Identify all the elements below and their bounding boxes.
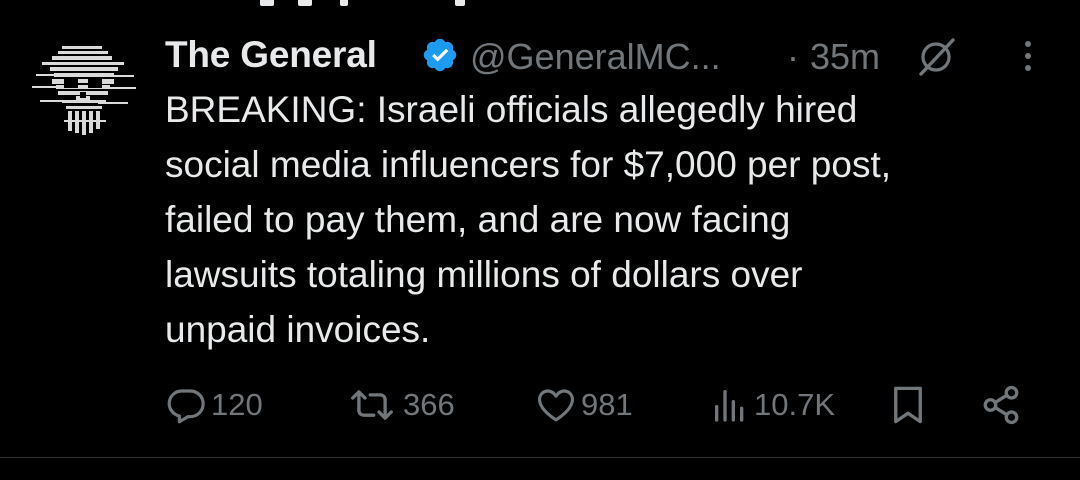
reply-button[interactable]: 120 xyxy=(165,380,263,430)
like-count: 981 xyxy=(581,387,633,422)
reply-count: 120 xyxy=(211,387,263,422)
more-options-icon[interactable] xyxy=(1010,38,1046,74)
repost-count: 366 xyxy=(403,387,455,422)
tweet-text-line: lawsuits totaling millions of dollars ov… xyxy=(165,254,803,295)
like-icon xyxy=(537,389,575,422)
repost-button[interactable]: 366 xyxy=(345,380,455,430)
tweet-text-line: failed to pay them, and are now facing xyxy=(165,199,791,240)
like-button[interactable]: 981 xyxy=(535,380,633,430)
separator-dot: · xyxy=(787,36,799,77)
avatar-image xyxy=(28,34,140,146)
bookmark-icon xyxy=(894,386,922,424)
verified-badge-icon[interactable] xyxy=(421,36,459,74)
views-count: 10.7K xyxy=(754,387,836,422)
user-handle[interactable]: @GeneralMC... xyxy=(470,36,721,78)
share-icon xyxy=(983,385,1019,425)
avatar[interactable] xyxy=(28,34,140,146)
tweet-text: BREAKING: Israeli officials allegedly hi… xyxy=(165,82,1045,357)
tweet-text-line: BREAKING: Israeli officials allegedly hi… xyxy=(165,89,858,130)
tweet-screen: The General @GeneralMC... · 35m BREAKING… xyxy=(0,0,1080,480)
bookmark-button[interactable] xyxy=(887,380,929,430)
timestamp[interactable]: 35m xyxy=(810,36,880,78)
repost-icon xyxy=(351,390,393,420)
views-button[interactable]: 10.7K xyxy=(710,380,835,430)
divider xyxy=(0,457,1080,458)
tweet-text-line: social media influencers for $7,000 per … xyxy=(165,144,892,185)
reply-icon xyxy=(167,389,205,424)
tweet-header: The General @GeneralMC... · 35m xyxy=(165,26,1045,80)
share-button[interactable] xyxy=(980,380,1022,430)
grok-icon[interactable] xyxy=(915,36,959,76)
tweet-action-bar: 120 366 981 10.7K xyxy=(165,380,1045,430)
tweet-text-line: unpaid invoices. xyxy=(165,309,431,350)
views-icon xyxy=(715,390,744,422)
display-name[interactable]: The General xyxy=(165,34,377,76)
